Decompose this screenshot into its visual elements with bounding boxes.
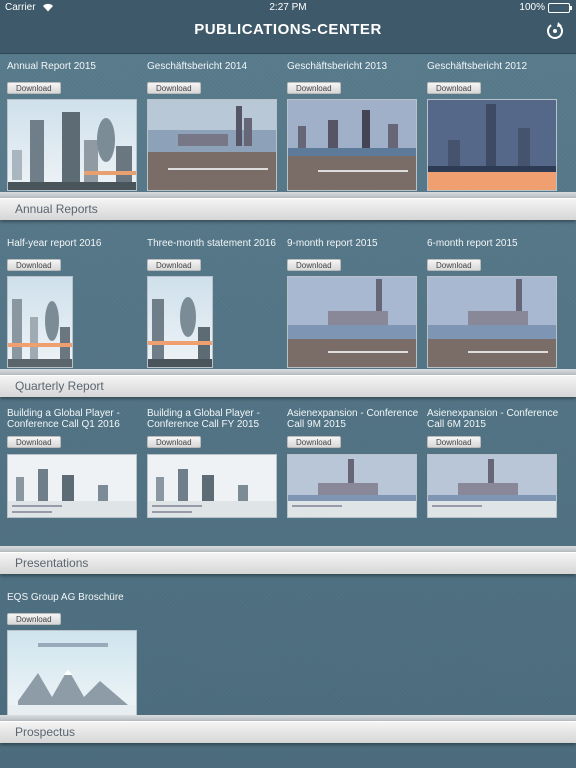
publication-cover[interactable] xyxy=(147,99,277,191)
download-button[interactable]: Download xyxy=(427,259,481,271)
download-button[interactable]: Download xyxy=(287,436,341,448)
battery-percent: 100% xyxy=(519,2,545,13)
shelf-prospectus: Prospectus xyxy=(0,721,576,743)
shelf-presentations: Presentations xyxy=(0,552,576,574)
section-presentations: Building a Global Player - Conference Ca… xyxy=(0,408,576,578)
publication-cover[interactable] xyxy=(7,99,137,191)
download-button[interactable]: Download xyxy=(287,82,341,94)
page-title: PUBLICATIONS-CENTER xyxy=(194,21,382,38)
publication-eqs-group-broschuere[interactable]: EQS Group AG Broschüre Download xyxy=(7,592,139,722)
section-label: Annual Reports xyxy=(15,202,98,216)
publication-building-global-player-q1-2016[interactable]: Building a Global Player - Conference Ca… xyxy=(7,408,139,518)
section-quarterly-report: Half-year report 2016 Download Three-mon… xyxy=(0,231,576,401)
publication-cover[interactable] xyxy=(7,454,137,518)
publication-geschaeftsbericht-2013[interactable]: Geschäftsbericht 2013 Download xyxy=(287,61,419,191)
nav-bar: PUBLICATIONS-CENTER xyxy=(0,16,576,54)
download-button[interactable]: Download xyxy=(7,613,61,625)
publication-three-month-statement-2016[interactable]: Three-month statement 2016 Download xyxy=(147,238,279,368)
refresh-icon[interactable] xyxy=(544,20,566,42)
download-button[interactable]: Download xyxy=(147,259,201,271)
status-time: 2:27 PM xyxy=(269,2,307,13)
publication-geschaeftsbericht-2012[interactable]: Geschäftsbericht 2012 Download xyxy=(427,61,559,191)
publication-title: Asienexpansion - Conference Call 9M 2015 xyxy=(287,408,419,430)
publication-cover[interactable] xyxy=(427,276,557,368)
section-prospectus: EQS Group AG Broschüre Download Prospect… xyxy=(0,585,576,755)
publication-cover[interactable] xyxy=(147,276,213,368)
publication-6-month-report-2015[interactable]: 6-month report 2015 Download xyxy=(427,238,559,368)
status-bar: Carrier 2:27 PM 100% xyxy=(0,0,576,16)
publication-9-month-report-2015[interactable]: 9-month report 2015 Download xyxy=(287,238,419,368)
download-button[interactable]: Download xyxy=(147,436,201,448)
shelf-annual-reports: Annual Reports xyxy=(0,198,576,220)
publication-asienexpansion-9m-2015[interactable]: Asienexpansion - Conference Call 9M 2015… xyxy=(287,408,419,518)
publication-cover[interactable] xyxy=(7,276,73,368)
publication-cover[interactable] xyxy=(427,454,557,518)
publication-title: Building a Global Player - Conference Ca… xyxy=(7,408,120,430)
download-button[interactable]: Download xyxy=(7,436,61,448)
publication-cover[interactable] xyxy=(427,99,557,191)
battery-icon xyxy=(548,2,572,13)
download-button[interactable]: Download xyxy=(147,82,201,94)
download-button[interactable]: Download xyxy=(7,259,61,271)
download-button[interactable]: Download xyxy=(287,259,341,271)
publication-cover[interactable] xyxy=(287,276,417,368)
section-label: Presentations xyxy=(15,556,89,570)
download-button[interactable]: Download xyxy=(427,82,481,94)
publication-annual-report-2015[interactable]: Annual Report 2015 Download xyxy=(7,61,139,191)
section-label: Prospectus xyxy=(15,725,76,739)
publication-building-global-player-fy-2015[interactable]: Building a Global Player - Conference Ca… xyxy=(147,408,279,518)
download-button[interactable]: Download xyxy=(7,82,61,94)
publication-asienexpansion-6m-2015[interactable]: Asienexpansion - Conference Call 6M 2015… xyxy=(427,408,559,518)
publication-cover[interactable] xyxy=(7,630,137,722)
shelf-quarterly-report: Quarterly Report xyxy=(0,375,576,397)
download-button[interactable]: Download xyxy=(427,436,481,448)
battery-indicator: 100% xyxy=(519,2,572,13)
publication-half-year-report-2016[interactable]: Half-year report 2016 Download xyxy=(7,238,139,368)
publication-cover[interactable] xyxy=(287,99,417,191)
publication-cover[interactable] xyxy=(147,454,277,518)
section-annual-reports: Annual Report 2015 Download Geschäftsber… xyxy=(0,54,576,224)
publication-geschaeftsbericht-2014[interactable]: Geschäftsbericht 2014 Download xyxy=(147,61,279,191)
publication-title: Building a Global Player - Conference Ca… xyxy=(147,408,260,430)
publication-cover[interactable] xyxy=(287,454,417,518)
section-label: Quarterly Report xyxy=(15,379,104,393)
publication-title: Asienexpansion - Conference Call 6M 2015 xyxy=(427,408,559,430)
